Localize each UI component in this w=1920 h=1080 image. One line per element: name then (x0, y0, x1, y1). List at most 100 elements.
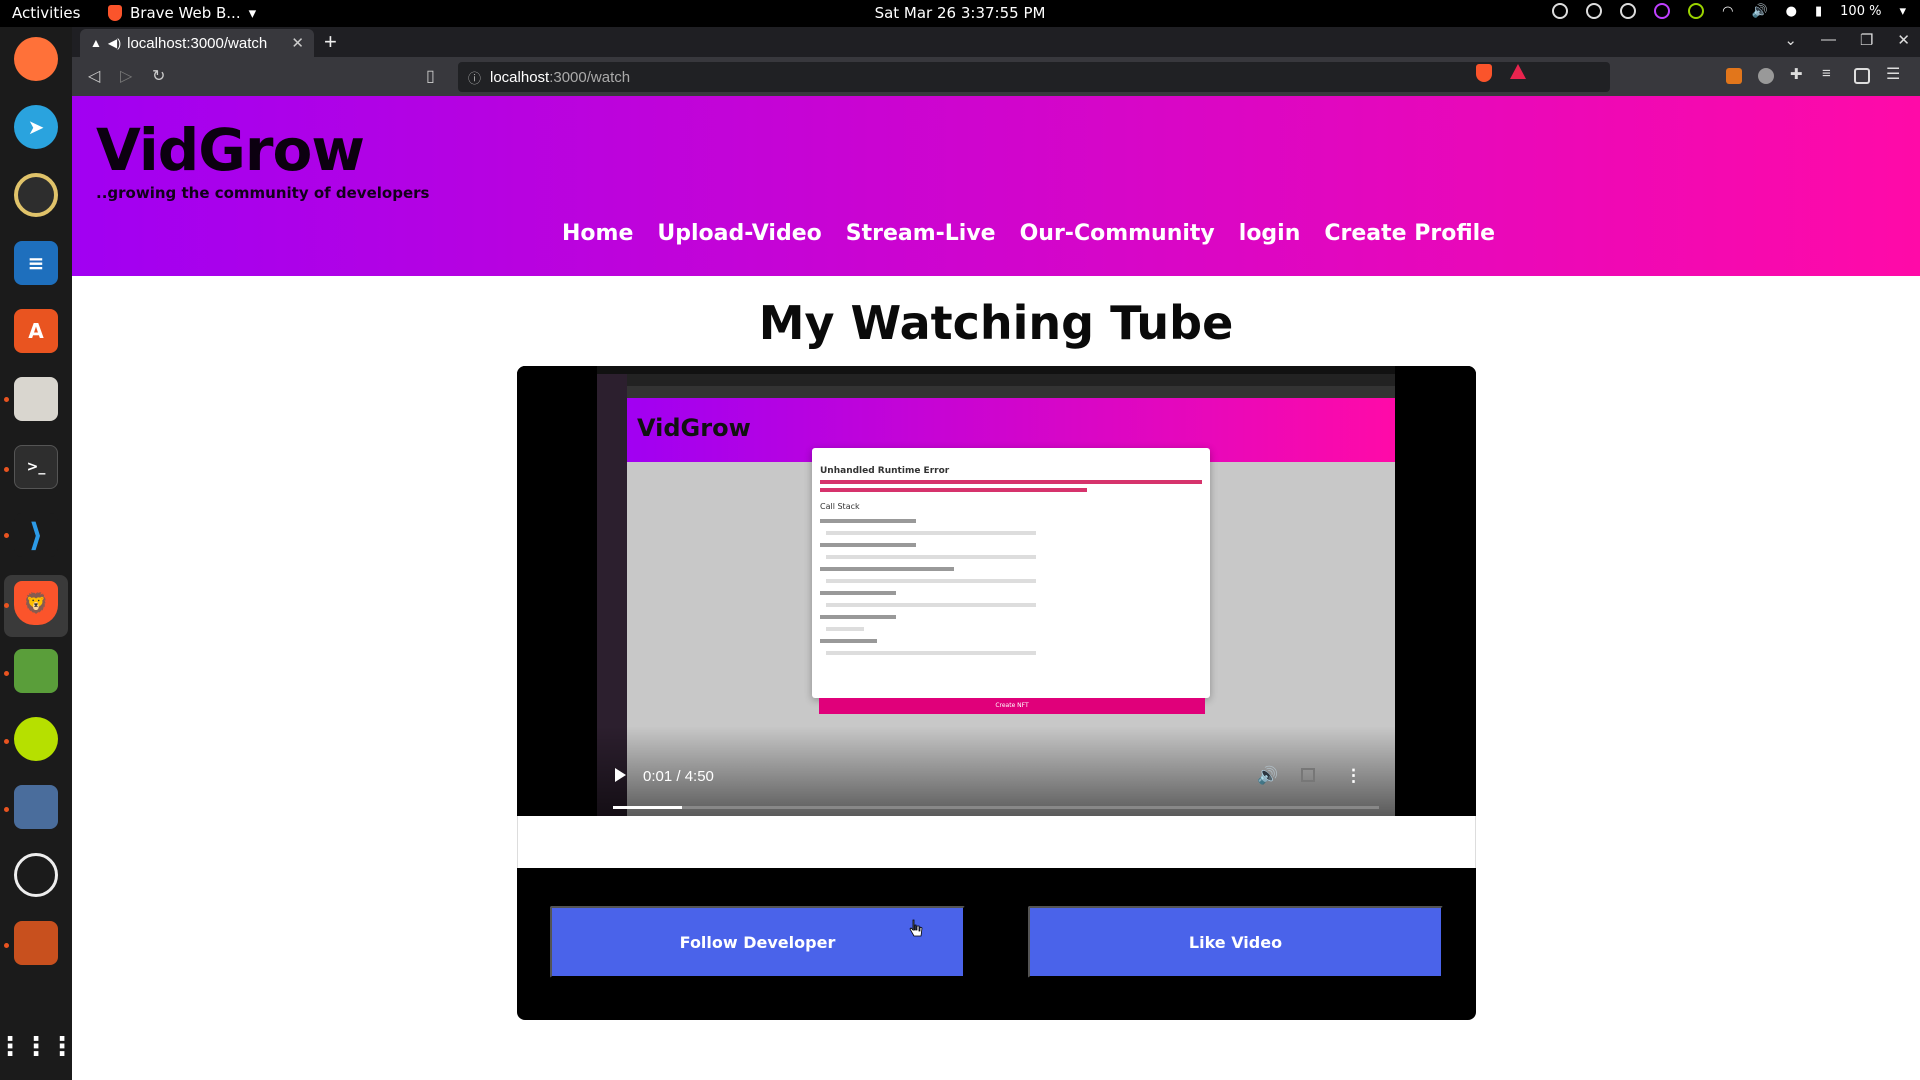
volume-icon: 🔊 (1751, 3, 1768, 19)
firefox-icon[interactable] (14, 37, 58, 81)
site-header: VidGrow ..growing the community of devel… (72, 96, 1920, 276)
nav-login[interactable]: login (1239, 221, 1301, 246)
microphone-icon: ● (1785, 3, 1797, 19)
minimize-icon[interactable]: — (1821, 31, 1836, 49)
mouse-cursor-icon (909, 919, 923, 937)
chevron-down-icon: ▾ (1899, 3, 1906, 19)
wifi-icon: ◠ (1722, 3, 1734, 19)
extensions-puzzle-icon[interactable]: ✚ (1790, 65, 1806, 83)
chevron-down-icon: ▾ (248, 4, 257, 22)
warning-icon: ▲ (90, 36, 102, 50)
tray-app-icon (1552, 3, 1569, 19)
video-progress-bar[interactable] (613, 806, 1379, 809)
telegram-icon[interactable]: ➤ (14, 105, 58, 149)
battery-icon: ▮ (1815, 3, 1823, 19)
writer-icon[interactable]: ≡ (14, 241, 58, 285)
video-card: VidGrow Unhandled Runtime Error Call Sta… (517, 366, 1476, 1020)
tray-app-icon (1688, 3, 1705, 19)
close-tab-icon[interactable]: ✕ (291, 34, 304, 52)
activities-button[interactable]: Activities (12, 4, 80, 22)
nav-home[interactable]: Home (562, 221, 633, 246)
video-inner-button: Create NFT (819, 698, 1205, 714)
extension-icon[interactable] (1758, 68, 1774, 84)
tray-app-icon (1586, 3, 1603, 19)
audio-icon[interactable]: ◀) (108, 36, 121, 50)
browser-tab[interactable]: ▲ ◀) localhost:3000/watch ✕ (80, 29, 314, 57)
reload-icon[interactable]: ↻ (152, 66, 165, 86)
play-icon[interactable] (615, 768, 626, 782)
files-icon[interactable] (14, 377, 58, 421)
wallet-icon[interactable] (1854, 68, 1870, 84)
browser-toolbar: ◁ ▷ ↻ ▯ ⓘ localhost:3000/watch ✚ ≡ ☰ (72, 57, 1920, 96)
like-video-button[interactable]: Like Video (1028, 906, 1443, 978)
back-icon[interactable]: ◁ (88, 66, 100, 86)
bookmark-icon[interactable]: ▯ (426, 66, 435, 86)
forward-icon[interactable]: ▷ (120, 66, 132, 86)
running-indicator (4, 533, 9, 538)
tab-strip: ▲ ◀) localhost:3000/watch ✕ + ⌄ — ❐ ✕ (72, 27, 1920, 57)
video-inner-dialog-section: Call Stack (820, 502, 860, 511)
green-app-icon[interactable] (14, 717, 58, 761)
follow-developer-button[interactable]: Follow Developer (550, 906, 965, 978)
video-progress-fill (613, 806, 682, 809)
tab-title: localhost:3000/watch (127, 34, 268, 52)
video-inner-error-dialog: Unhandled Runtime Error Call Stack (812, 448, 1210, 698)
image-viewer-icon[interactable] (14, 649, 58, 693)
brave-rewards-icon[interactable] (1510, 64, 1526, 79)
running-indicator (4, 807, 9, 812)
running-indicator (4, 943, 9, 948)
page-title: My Watching Tube (758, 296, 1234, 350)
brave-shields-icon[interactable] (1476, 64, 1492, 82)
screenshot-icon[interactable] (14, 785, 58, 829)
main-nav: Home Upload-Video Stream-Live Our-Commun… (562, 221, 1495, 246)
site-tagline: ..growing the community of developers (96, 184, 430, 202)
video-inner-dialog-title: Unhandled Runtime Error (820, 466, 950, 476)
battery-percent: 100 % (1840, 3, 1882, 19)
running-indicator (4, 603, 9, 608)
running-indicator (4, 739, 9, 744)
url-host: localhost (490, 68, 550, 86)
volume-icon[interactable]: 🔊 (1257, 766, 1278, 786)
brave-icon[interactable]: 🦁 (14, 581, 58, 625)
tray-app-icon (1654, 3, 1671, 19)
video-inner-logo: VidGrow (637, 414, 751, 442)
system-top-bar: Activities Brave Web B... ▾ Sat Mar 26 3… (0, 0, 1920, 27)
app-menu[interactable]: Brave Web B... ▾ (108, 4, 256, 22)
url-path: :3000/watch (549, 68, 631, 86)
nav-our-community[interactable]: Our-Community (1020, 221, 1215, 246)
new-tab-button[interactable]: + (324, 29, 337, 55)
obs-icon[interactable] (14, 853, 58, 897)
nav-stream-live[interactable]: Stream-Live (846, 221, 996, 246)
window-controls: ⌄ — ❐ ✕ (1784, 31, 1910, 49)
fullscreen-icon[interactable] (1301, 768, 1315, 782)
nav-create-profile[interactable]: Create Profile (1324, 221, 1495, 246)
more-options-icon[interactable]: ⋮ (1345, 766, 1362, 786)
site-info-icon[interactable]: ⓘ (468, 68, 481, 87)
address-bar[interactable]: ⓘ localhost:3000/watch (458, 62, 1610, 92)
running-indicator (4, 467, 9, 472)
running-indicator (4, 671, 9, 676)
video-time: 0:01 / 4:50 (643, 768, 714, 785)
vscode-icon[interactable]: ⟩ (14, 513, 58, 557)
site-logo[interactable]: VidGrow (96, 116, 365, 184)
video-player[interactable]: VidGrow Unhandled Runtime Error Call Sta… (517, 366, 1476, 816)
impress-icon[interactable] (14, 921, 58, 965)
video-caption-area (517, 816, 1476, 868)
software-icon[interactable]: A (14, 309, 58, 353)
brave-icon (108, 5, 122, 21)
video-controls: 0:01 / 4:50 🔊 ⋮ (597, 746, 1395, 816)
dock: ➤ ≡ A >_ ⟩ 🦁 ⋮⋮⋮ (0, 27, 75, 1080)
close-window-icon[interactable]: ✕ (1897, 31, 1910, 49)
web-page: VidGrow ..growing the community of devel… (72, 96, 1920, 1080)
tab-search-icon[interactable]: ⌄ (1784, 31, 1797, 49)
system-tray[interactable]: ◠ 🔊 ● ▮ 100 % ▾ (1552, 3, 1906, 19)
menu-icon[interactable]: ☰ (1886, 64, 1902, 83)
playlist-icon[interactable]: ≡ (1822, 65, 1838, 82)
terminal-icon[interactable]: >_ (14, 445, 58, 489)
app-grid-icon[interactable]: ⋮⋮⋮ (0, 1025, 75, 1069)
restore-icon[interactable]: ❐ (1860, 31, 1873, 49)
rhythmbox-icon[interactable] (14, 173, 58, 217)
nav-upload-video[interactable]: Upload-Video (657, 221, 821, 246)
app-menu-label: Brave Web B... (130, 4, 241, 22)
metamask-icon[interactable] (1726, 68, 1742, 84)
